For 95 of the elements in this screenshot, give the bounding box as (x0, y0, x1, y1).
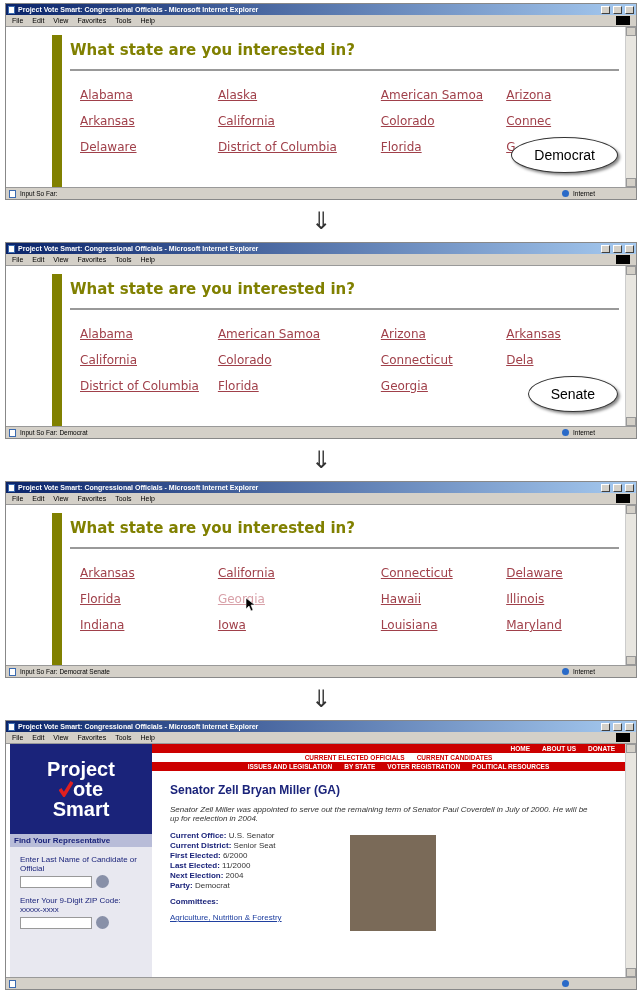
close-button[interactable] (625, 483, 634, 492)
state-link[interactable]: Arizona (506, 88, 552, 102)
down-arrow: ⇓ (310, 445, 332, 476)
down-arrow: ⇓ (310, 206, 332, 237)
maximize-button[interactable] (613, 5, 622, 14)
windows-logo-icon (616, 255, 630, 264)
minimize-button[interactable] (601, 244, 610, 253)
state-link[interactable]: Indiana (80, 618, 125, 632)
state-link[interactable]: Colorado (217, 353, 272, 367)
field-label: Enter Your 9-Digit ZIP Code: xxxxx-xxxx (19, 895, 122, 916)
committees-label: Committees: (170, 897, 220, 906)
close-button[interactable] (625, 244, 634, 253)
page-icon (8, 722, 15, 731)
input-field[interactable] (20, 875, 92, 888)
page-icon (8, 5, 15, 14)
state-link[interactable]: Arizona (380, 327, 426, 341)
state-link[interactable]: Delaware (506, 566, 563, 580)
state-link[interactable]: District of Columbia (217, 140, 337, 154)
scrollbar[interactable] (625, 27, 636, 187)
fact-line: Party: Democrat (170, 881, 231, 891)
state-link[interactable]: Florida (380, 140, 422, 154)
page-heading: What state are you interested in? (70, 35, 619, 71)
globe-icon (562, 429, 569, 436)
state-link[interactable]: Iowa (217, 618, 246, 632)
windows-logo-icon (616, 494, 630, 503)
state-link[interactable]: American Samoa (380, 88, 484, 102)
scrollbar[interactable] (625, 505, 636, 665)
page-icon (8, 244, 15, 253)
state-link[interactable]: Maryland (506, 618, 562, 632)
minimize-button[interactable] (601, 483, 610, 492)
state-link[interactable]: Illinois (506, 592, 545, 606)
page-heading: What state are you interested in? (70, 513, 619, 549)
state-link[interactable]: Arkansas (80, 566, 135, 580)
state-link[interactable]: Alaska (217, 88, 258, 102)
logo[interactable]: Project ote Smart (10, 744, 152, 834)
state-link[interactable]: G (506, 140, 516, 154)
windows-logo-icon (616, 733, 630, 742)
page-icon (8, 483, 15, 492)
state-link[interactable]: Louisiana (380, 618, 438, 632)
intro-paragraph: Senator Zell Miller was appointed to serve out the remaining term of Senator Paul Coverdell in July of 2000. He will be up for reelection in 2004. (170, 805, 589, 823)
checkmark-icon (59, 781, 73, 797)
state-link[interactable]: Dela (506, 353, 534, 367)
fact-line: Current District: Senior Seat (170, 841, 277, 851)
page-icon (9, 979, 16, 988)
globe-icon (562, 980, 569, 987)
scrollbar[interactable] (625, 266, 636, 426)
logo-text: ote (73, 779, 103, 799)
go-button[interactable] (96, 916, 109, 929)
fact-line: Current Office: U.S. Senator (170, 831, 276, 841)
logo-text: Project (47, 759, 115, 779)
logo-text: Smart (52, 799, 110, 819)
state-link[interactable]: Hawaii (380, 592, 422, 606)
state-link[interactable]: Connec (506, 114, 552, 128)
page-heading: What state are you interested in? (70, 274, 619, 310)
minimize-button[interactable] (601, 722, 610, 731)
sidebar-heading: Find Your Representative (10, 834, 152, 847)
committee-link[interactable]: Agriculture, Nutrition & Forestry (170, 913, 282, 922)
maximize-button[interactable] (613, 244, 622, 253)
state-link[interactable]: District of Columbia (80, 379, 199, 393)
state-link[interactable]: Delaware (80, 140, 137, 154)
fact-line: First Elected: 6/2000 (170, 851, 249, 861)
state-link[interactable]: American Samoa (217, 327, 321, 341)
fact-line: Next Election: 2004 (170, 871, 245, 881)
input-field[interactable] (20, 916, 92, 929)
page-icon (9, 428, 16, 437)
state-link[interactable]: California (80, 353, 137, 367)
state-link[interactable]: Florida (217, 379, 259, 393)
fact-line: Last Elected: 11/2000 (170, 861, 252, 871)
close-button[interactable] (625, 722, 634, 731)
go-button[interactable] (96, 875, 109, 888)
state-link[interactable]: Alabama (80, 327, 133, 341)
page-icon (9, 667, 16, 676)
state-link[interactable]: Connecticut (380, 353, 453, 367)
scrollbar[interactable] (625, 744, 636, 977)
field-label: Enter Last Name of Candidate or Official (19, 854, 138, 875)
state-link[interactable]: Colorado (380, 114, 435, 128)
windows-logo-icon (616, 16, 630, 25)
state-link[interactable]: Connecticut (380, 566, 453, 580)
official-name: Senator Zell Bryan Miller (GA) (170, 783, 342, 797)
close-button[interactable] (625, 5, 634, 14)
state-link[interactable]: California (217, 114, 275, 128)
minimize-button[interactable] (601, 5, 610, 14)
globe-icon (562, 190, 569, 197)
speech-bubble: Senate (527, 376, 618, 412)
down-arrow: ⇓ (310, 684, 332, 715)
state-link[interactable]: Alabama (80, 88, 133, 102)
state-link[interactable]: Georgia (380, 379, 428, 393)
maximize-button[interactable] (613, 483, 622, 492)
state-link[interactable]: Arkansas (506, 327, 561, 341)
page-icon (9, 189, 16, 198)
state-link[interactable]: Arkansas (80, 114, 135, 128)
state-link[interactable]: Florida (80, 592, 121, 606)
maximize-button[interactable] (613, 722, 622, 731)
state-link[interactable]: California (217, 566, 275, 580)
globe-icon (562, 668, 569, 675)
